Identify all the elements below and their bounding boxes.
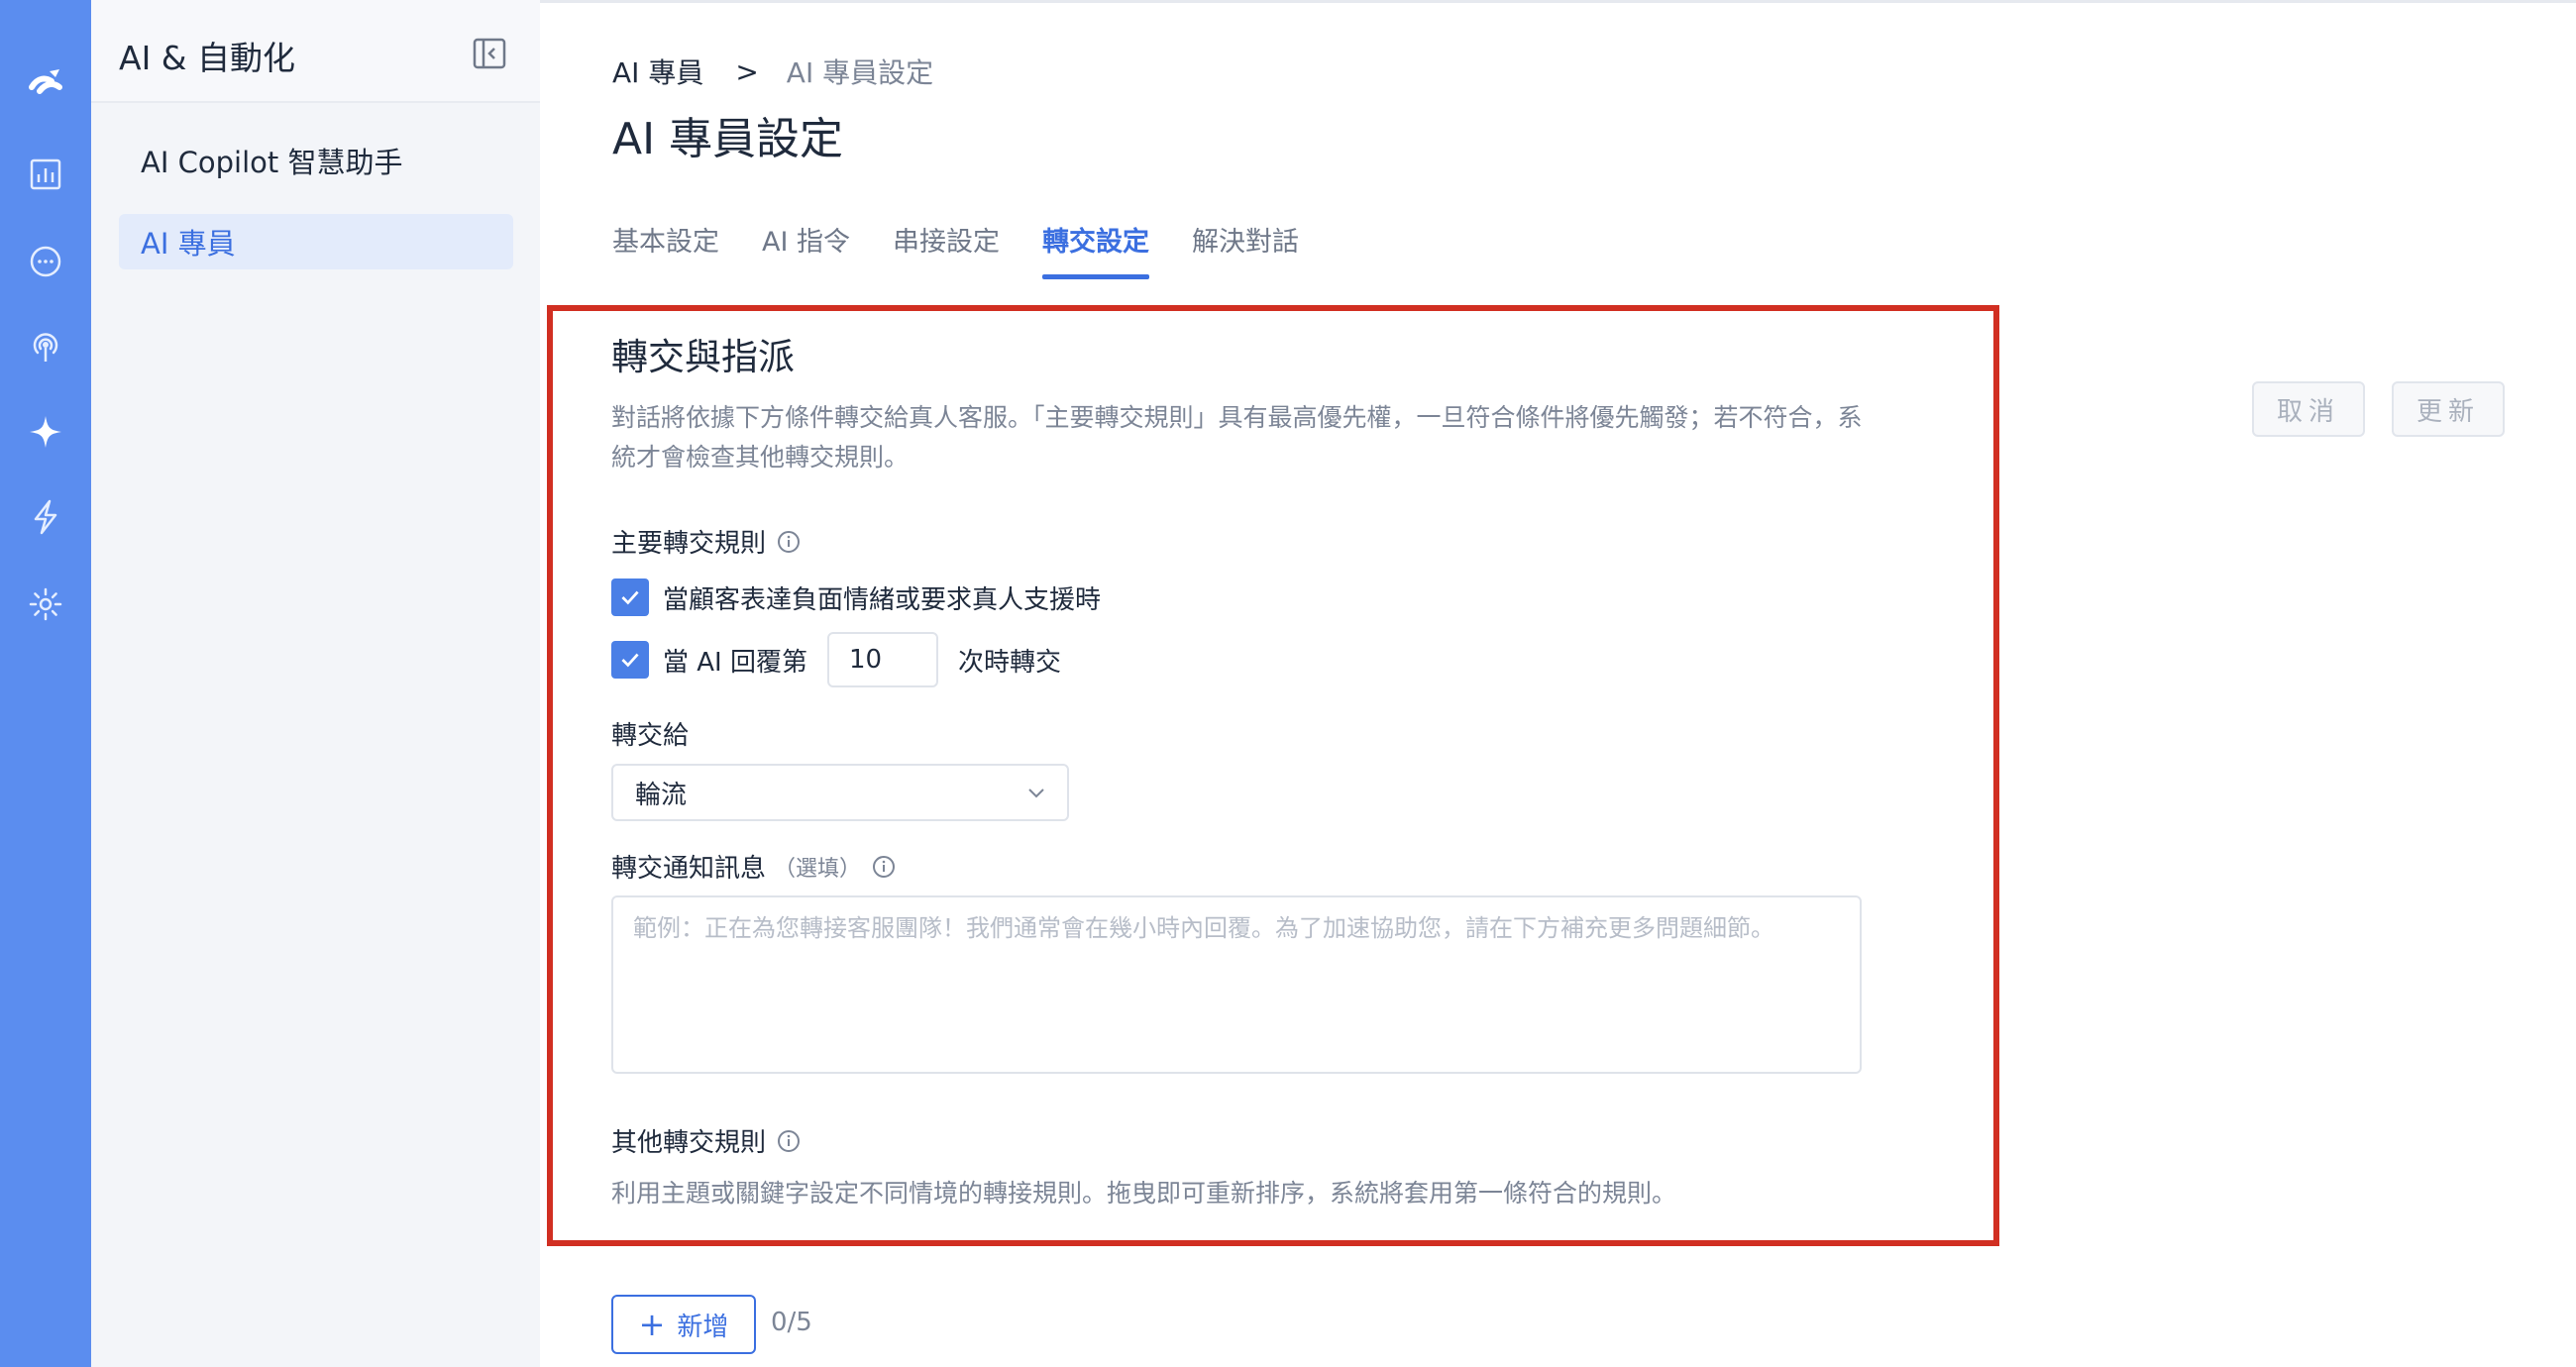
rule-negative-emotion: 當顧客表達負面情緒或要求真人支援時 [611,578,1101,616]
notice-label: 轉交通知訊息 [611,854,767,884]
rule2-prefix: 當 AI 回覆第 [663,647,807,678]
primary-rules-label: 主要轉交規則 [611,529,767,559]
rule2-checkbox[interactable] [611,641,649,679]
ai-sparkle-icon[interactable] [26,412,65,452]
transfer-to-label: 轉交給 [611,721,690,751]
chevron-down-icon [1028,789,1044,798]
sidebar-title: AI & 自動化 [119,39,296,77]
breadcrumb-current: AI 專員設定 [786,56,934,89]
icon-rail [0,0,91,1367]
reply-count-input[interactable]: 10 [826,632,938,687]
rule2-suffix: 次時轉交 [957,647,1061,678]
sidebar-item-label: AI 專員 [141,227,236,261]
tab-handoff-settings[interactable]: 轉交設定 [1042,220,1150,279]
check-icon [621,590,639,605]
breadcrumb: AI 專員 > AI 專員設定 [612,52,933,91]
sidebar-item-label: AI Copilot 智慧助手 [141,146,403,179]
transfer-to-heading: 轉交給 [611,715,689,752]
breadcrumb-separator: > [735,54,759,88]
secondary-sidebar: AI & 自動化 AI Copilot 智慧助手 AI 專員 [91,0,540,1367]
collapse-sidebar-icon[interactable] [472,36,507,71]
tab-integration-settings[interactable]: 串接設定 [893,220,1000,279]
other-rules-heading: 其他轉交規則 [611,1122,802,1159]
plus-icon: + [638,1306,666,1343]
transfer-to-value: 輪流 [635,780,688,810]
settings-gear-icon[interactable] [26,584,65,624]
divider [540,0,2576,3]
rule-counter: 0/5 [771,1308,812,1337]
sidebar-header: AI & 自動化 [91,0,540,103]
breadcrumb-parent-link[interactable]: AI 專員 [612,52,703,91]
cancel-button[interactable]: 取消 [2252,381,2365,437]
primary-rules-heading: 主要轉交規則 [611,523,802,560]
page-title: AI 專員設定 [612,114,844,164]
section-title: 轉交與指派 [611,336,795,378]
chat-icon[interactable] [26,242,65,281]
optional-tag: （選填） [774,856,862,882]
info-icon[interactable] [776,529,802,555]
sidebar-item-ai-agent[interactable]: AI 專員 [119,214,513,269]
check-icon [621,653,639,668]
add-rule-label: 新增 [677,1312,729,1342]
tab-basic-settings[interactable]: 基本設定 [612,220,719,279]
info-icon[interactable] [776,1128,802,1154]
action-buttons: 取消 更新 [2252,381,2505,437]
automation-bolt-icon[interactable] [26,497,65,537]
section-description: 對話將依據下方條件轉交給真人客服。「主要轉交規則」具有最高優先權，一旦符合條件將… [611,403,1863,472]
tab-bar: 基本設定 AI 指令 串接設定 轉交設定 解決對話 [612,220,1342,279]
other-rules-label: 其他轉交規則 [611,1128,767,1158]
notice-message-textarea[interactable]: 範例：正在為您轉接客服團隊！我們通常會在幾小時內回覆。為了加速協助您，請在下方補… [611,895,1862,1074]
rule1-checkbox[interactable] [611,578,649,616]
logo-icon[interactable] [26,61,65,101]
broadcast-icon[interactable] [26,327,65,367]
rule1-label: 當顧客表達負面情緒或要求真人支援時 [663,584,1102,615]
rule-ai-reply-count: 當 AI 回覆第 10 次時轉交 [611,632,1061,687]
analytics-icon[interactable] [26,155,65,194]
update-button[interactable]: 更新 [2392,381,2505,437]
info-icon[interactable] [871,854,897,880]
notice-placeholder: 範例：正在為您轉接客服團隊！我們通常會在幾小時內回覆。為了加速協助您，請在下方補… [633,914,1774,942]
tab-resolve-conversation[interactable]: 解決對話 [1192,220,1299,279]
sidebar-item-ai-copilot[interactable]: AI Copilot 智慧助手 [119,133,513,188]
notice-heading: 轉交通知訊息 （選填） [611,848,897,885]
other-rules-description: 利用主題或關鍵字設定不同情境的轉接規則。拖曳即可重新排序，系統將套用第一條符合的… [611,1179,1677,1208]
tab-ai-instructions[interactable]: AI 指令 [762,220,850,279]
add-rule-button[interactable]: + 新增 [611,1295,756,1354]
transfer-to-select[interactable]: 輪流 [611,764,1069,821]
